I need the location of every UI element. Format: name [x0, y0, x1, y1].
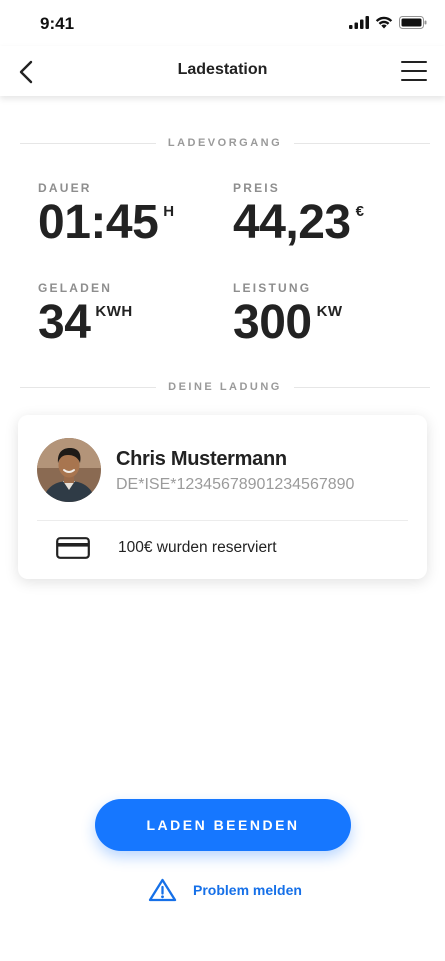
- avatar: [37, 438, 101, 502]
- stat-duration-unit: H: [163, 203, 175, 220]
- section-label-session: LADEVORGANG: [167, 137, 283, 149]
- user-card: Chris Mustermann DE*ISE*1234567890123456…: [18, 415, 427, 579]
- stat-price-unit: €: [355, 203, 365, 220]
- stat-power-unit: KW: [316, 303, 343, 320]
- evse-id: DE*ISE*12345678901234567890: [116, 476, 355, 493]
- reservation-text: 100€ wurden reserviert: [118, 539, 277, 556]
- signal-icon: [349, 16, 369, 29]
- stat-duration-label: DAUER: [38, 181, 92, 195]
- report-problem-label: Problem melden: [193, 882, 302, 898]
- status-bar: 9:41: [0, 0, 445, 46]
- avatar-image: [37, 438, 101, 502]
- divider: [37, 520, 408, 521]
- reservation-row: 100€ wurden reserviert: [56, 537, 277, 559]
- menu-button[interactable]: [399, 58, 429, 84]
- warning-icon: [148, 878, 177, 902]
- stat-price-label: PREIS: [233, 181, 281, 195]
- battery-icon: [399, 16, 427, 29]
- stat-charged-label: GELADEN: [38, 281, 113, 295]
- stat-duration-value: 01:45: [38, 196, 159, 249]
- stat-power-value: 300: [233, 296, 312, 349]
- user-name: Chris Mustermann: [116, 448, 287, 470]
- stop-charging-button[interactable]: LADEN BEENDEN: [95, 799, 351, 851]
- report-problem-link[interactable]: Problem melden: [148, 878, 302, 902]
- section-header-charge: DEINE LADUNG: [20, 379, 431, 395]
- hamburger-icon: [401, 61, 427, 63]
- section-label-charge: DEINE LADUNG: [168, 381, 282, 393]
- stat-price: PREIS 44,23 €: [233, 181, 364, 249]
- stat-charged-unit: KWH: [95, 303, 133, 320]
- stat-power-label: LEISTUNG: [233, 281, 312, 295]
- nav-bar: Ladestation: [0, 46, 445, 96]
- stat-charged-value: 34: [38, 296, 91, 349]
- status-icons: [349, 16, 427, 29]
- stat-duration: DAUER 01:45 H: [38, 181, 175, 249]
- page-title: Ladestation: [177, 61, 268, 78]
- stat-power: LEISTUNG 300 KW: [233, 281, 343, 349]
- section-header-session: LADEVORGANG: [20, 135, 430, 151]
- stat-charged: GELADEN 34 KWH: [38, 281, 133, 349]
- credit-card-icon: [56, 537, 90, 559]
- status-time: 9:41: [40, 14, 75, 33]
- wifi-icon: [375, 16, 393, 29]
- stat-price-value: 44,23: [233, 196, 351, 249]
